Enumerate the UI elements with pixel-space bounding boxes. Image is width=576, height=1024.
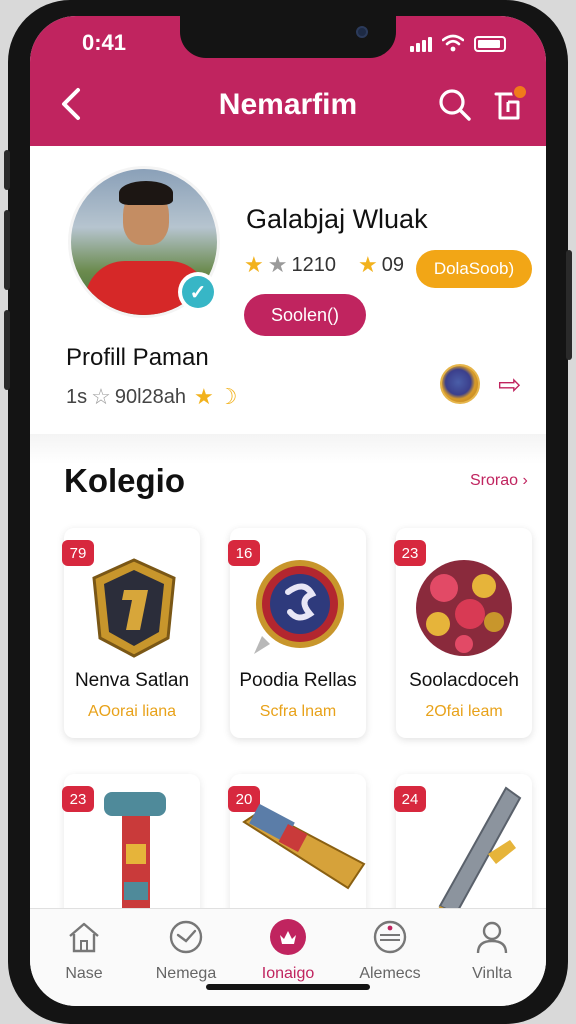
tab-collection[interactable]: Ionaigo bbox=[238, 919, 338, 989]
tab-home[interactable]: Nase bbox=[34, 919, 134, 989]
tab-nemega[interactable]: Nemega bbox=[136, 919, 236, 989]
star-outline-icon: ☆ bbox=[91, 384, 111, 409]
tab-profile[interactable]: Vinlta bbox=[442, 919, 542, 989]
cart-button[interactable] bbox=[492, 84, 528, 124]
section-title: Kolegio bbox=[64, 462, 185, 499]
rating-row: ★ ★ 1210 ★ 09 bbox=[244, 252, 404, 278]
star-outline-icon: ★ bbox=[267, 252, 288, 277]
avatar-hair bbox=[119, 181, 173, 205]
screen: 0:41 Nemarfim ✓ Galabjaj Wluak ★ ★ 1210 … bbox=[30, 16, 546, 1006]
tab-label: Alemecs bbox=[359, 965, 421, 982]
card-subtitle: Scfra lnam bbox=[259, 703, 337, 720]
card-title: Nenva Satlan bbox=[74, 670, 190, 691]
card-subtitle: 2Ofai leam bbox=[425, 703, 503, 720]
cart-badge bbox=[512, 84, 528, 100]
tab-alemecs[interactable]: Alemecs bbox=[340, 919, 440, 989]
camera bbox=[356, 26, 368, 38]
tab-label: Nase bbox=[65, 965, 103, 982]
ball-icon bbox=[373, 920, 407, 954]
collection-card[interactable]: 20 bbox=[228, 774, 366, 924]
notch bbox=[180, 16, 396, 58]
search-icon[interactable] bbox=[438, 88, 472, 122]
star-icon: ★ bbox=[194, 384, 214, 409]
gold-action-button[interactable]: DolaSoob) bbox=[416, 250, 532, 288]
card-badge: 24 bbox=[394, 786, 426, 812]
username: Galabjaj Wluak bbox=[246, 204, 428, 234]
collection-icon bbox=[270, 919, 306, 955]
moon-icon: ☽ bbox=[217, 384, 238, 409]
home-indicator[interactable] bbox=[206, 984, 370, 990]
star-icon: ★ bbox=[244, 252, 264, 277]
rating-count: 09 bbox=[381, 253, 404, 276]
phone-volume-down bbox=[4, 310, 10, 390]
medal-icon[interactable] bbox=[440, 364, 480, 404]
baton-item-icon bbox=[242, 803, 366, 890]
card-badge: 23 bbox=[62, 786, 94, 812]
star-icon: ★ bbox=[357, 252, 378, 277]
see-all-label: Srorao bbox=[470, 472, 519, 489]
card-title: Soolacdoceh bbox=[409, 670, 519, 691]
phone-frame: 0:41 Nemarfim ✓ Galabjaj Wluak ★ ★ 1210 … bbox=[4, 0, 572, 1024]
card-subtitle: AOorai liana bbox=[87, 703, 177, 720]
arrow-right-icon[interactable]: ⇨ bbox=[498, 368, 521, 401]
verified-badge: ✓ bbox=[178, 272, 218, 312]
hammer-item-icon bbox=[104, 792, 166, 924]
bottom-tab-bar: Nase Nemega Ionaigo Alemecs Vinlta bbox=[30, 908, 546, 1006]
collection-card[interactable]: 23 Soolacdoceh 2Ofai leam bbox=[394, 528, 532, 738]
tab-label: Vinlta bbox=[472, 965, 512, 982]
collection-card[interactable]: 23 bbox=[62, 774, 200, 924]
profile-stats: 1s ☆ 90l28ah ★ ☽ bbox=[66, 384, 238, 410]
home-icon bbox=[69, 922, 99, 953]
collection-card[interactable]: 16 Poodia Rellas Scfra lnam bbox=[228, 528, 366, 738]
status-icons bbox=[410, 34, 506, 52]
profile-icon bbox=[476, 921, 508, 954]
phone-power-button bbox=[566, 250, 572, 360]
phone-side-button bbox=[4, 150, 10, 190]
tab-label: Nemega bbox=[155, 965, 217, 982]
card-title: Poodia Rellas bbox=[239, 670, 357, 691]
stats-text: 90l28ah bbox=[114, 385, 187, 408]
wifi-icon bbox=[442, 34, 464, 52]
status-time: 0:41 bbox=[82, 30, 127, 55]
stats-prefix: 1s bbox=[66, 385, 88, 408]
sword-item-icon bbox=[432, 786, 522, 924]
check-icon: ✓ bbox=[182, 276, 214, 308]
see-all-link[interactable]: Srorao › bbox=[470, 472, 528, 490]
tab-label: Ionaigo bbox=[261, 965, 315, 982]
section-divider bbox=[30, 434, 546, 464]
collection-card[interactable]: 24 bbox=[394, 774, 532, 924]
shield-item-icon bbox=[92, 558, 176, 658]
phone-volume-up bbox=[4, 210, 10, 290]
compass-icon bbox=[169, 920, 203, 954]
battery-icon bbox=[474, 36, 506, 52]
round-shield-item-icon bbox=[254, 560, 344, 654]
rating-text: 1210 bbox=[291, 253, 336, 276]
pink-action-button[interactable]: Soolen() bbox=[244, 294, 366, 336]
signal-icon bbox=[410, 37, 432, 52]
profile-name: Profill Paman bbox=[66, 344, 209, 371]
ball-item-icon bbox=[416, 560, 512, 656]
collection-card[interactable]: 79 Nenva Satlan AOorai liana bbox=[62, 528, 200, 738]
